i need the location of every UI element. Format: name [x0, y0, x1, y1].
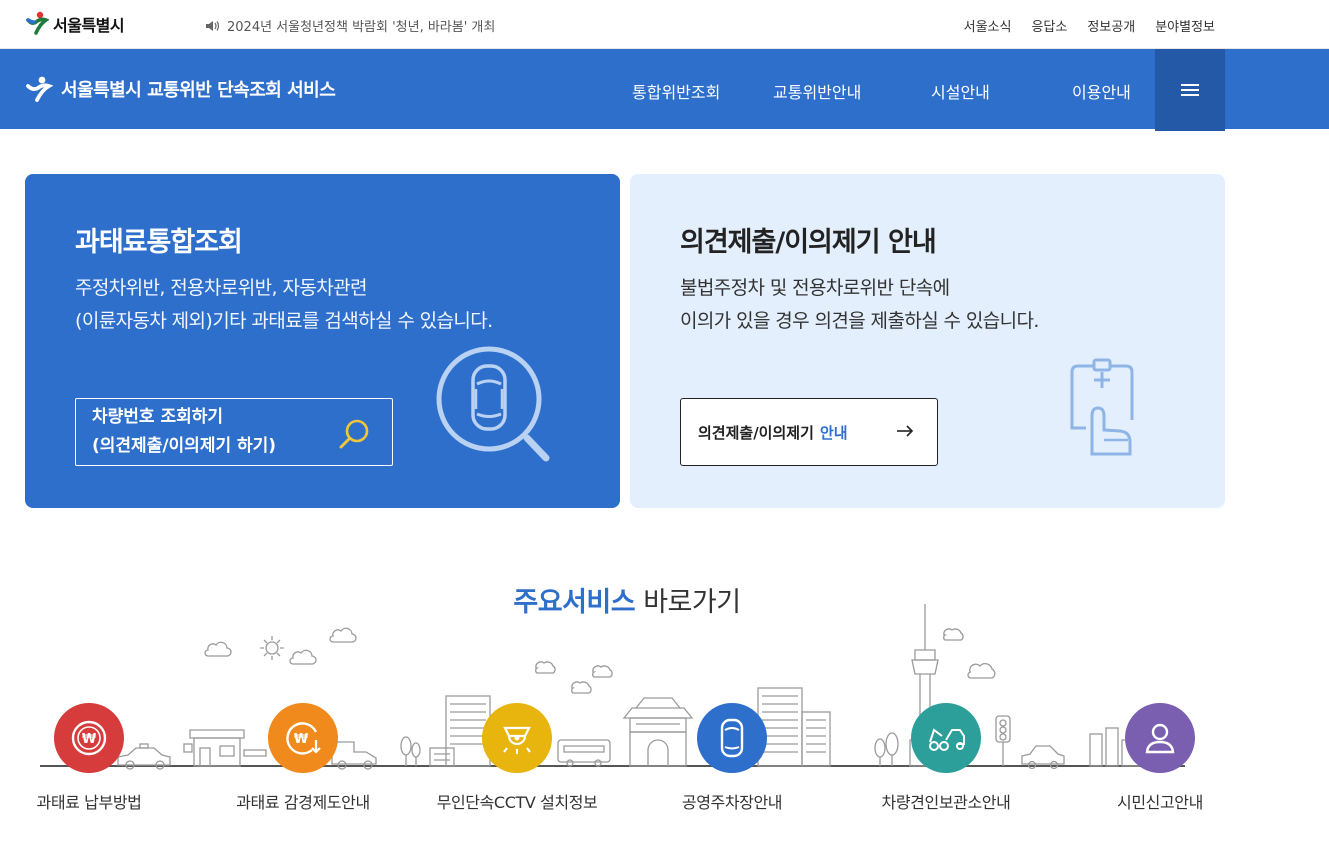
opinion-button-label: 의견제출/이의제기 [698, 423, 814, 442]
service-tow-storage[interactable]: 차량견인보관소안내 [846, 703, 1046, 813]
notice-text: 2024년 서울청년정책 박람회 '청년, 바라봄' 개최 [227, 20, 496, 35]
search-button-line2: (의견제출/이의제기 하기) [92, 436, 277, 456]
arrow-right-icon [897, 425, 914, 437]
service-tow-storage-circle [911, 703, 981, 773]
car-magnifier-icon [436, 346, 550, 462]
opinion-appeal-desc-line2: 이의가 있을 경우 의견을 제출하실 수 있습니다. [680, 310, 1039, 332]
fine-lookup-desc-line1: 주정차위반, 전용차로위반, 자동차관련 [75, 277, 367, 299]
clipboard-hand-icon [1070, 358, 1134, 456]
opinion-appeal-guide-button[interactable]: 의견제출/이의제기 안내 [680, 398, 938, 466]
search-icon [339, 419, 369, 449]
svg-text:₩: ₩ [82, 732, 97, 747]
menu-button[interactable] [1155, 49, 1225, 131]
nav-item-facility-guide[interactable]: 시설안내 [931, 79, 990, 103]
won-discount-icon: ₩ [286, 722, 321, 755]
opinion-appeal-desc-line1: 불법주정차 및 전용차로위반 단속에 [680, 277, 950, 299]
fine-lookup-card: 과태료통합조회 주정차위반, 전용차로위반, 자동차관련 (이륜자동차 제외)기… [25, 174, 620, 508]
opinion-button-highlight: 안내 [819, 423, 848, 442]
main-navbar: 서울특별시 교통위반 단속조회 서비스 통합위반조회 교통위반안내 시설안내 이… [0, 49, 1329, 131]
svg-text:₩: ₩ [294, 732, 309, 747]
search-button-line1: 차량번호 조회하기 [92, 407, 224, 427]
top-link-eungdapso[interactable]: 응답소 [1031, 16, 1067, 35]
nav-item-integrated-lookup[interactable]: 통합위반조회 [632, 79, 720, 103]
fine-lookup-description: 주정차위반, 전용차로위반, 자동차관련 (이륜자동차 제외)기타 과태료를 검… [75, 272, 493, 338]
service-cctv-info-label: 무인단속CCTV 설치정보 [436, 793, 598, 812]
service-citizen-report-circle [1125, 703, 1195, 773]
service-fine-reduction[interactable]: ₩ 과태료 감경제도안내 [203, 703, 403, 813]
nav-item-violation-guide[interactable]: 교통위반안내 [773, 79, 861, 103]
service-fine-reduction-label: 과태료 감경제도안내 [236, 793, 370, 812]
top-links: 서울소식 응답소 정보공개 분야별정보 [964, 16, 1215, 35]
notice-ticker[interactable]: 2024년 서울청년정책 박람회 '청년, 바라봄' 개최 [205, 16, 495, 35]
service-public-parking-circle [697, 703, 767, 773]
won-coin-icon: ₩ [71, 720, 107, 756]
service-citizen-report-label: 시민신고안내 [1117, 793, 1203, 812]
cctv-icon [503, 726, 531, 754]
vehicle-number-search-button[interactable]: 차량번호 조회하기 (의견제출/이의제기 하기) [75, 398, 393, 466]
fine-lookup-desc-line2: (이륜자동차 제외)기타 과태료를 검색하실 수 있습니다. [75, 310, 493, 332]
service-public-parking[interactable]: 공영주차장안내 [632, 703, 832, 813]
service-cctv-info-circle [482, 703, 552, 773]
service-fine-payment-label: 과태료 납부방법 [36, 793, 142, 812]
top-link-field-info[interactable]: 분야별정보 [1155, 16, 1215, 35]
brand-title: 서울특별시 교통위반 단속조회 서비스 [61, 80, 336, 101]
service-public-parking-label: 공영주차장안내 [681, 793, 783, 812]
service-fine-reduction-circle: ₩ [268, 703, 338, 773]
service-tow-storage-label: 차량견인보관소안내 [881, 793, 1011, 812]
top-link-info-disclosure[interactable]: 정보공개 [1087, 16, 1135, 35]
opinion-appeal-card: 의견제출/이의제기 안내 불법주정차 및 전용차로위반 단속에 이의가 있을 경… [630, 174, 1225, 508]
service-citizen-report[interactable]: 시민신고안내 [1060, 703, 1260, 813]
opinion-appeal-description: 불법주정차 및 전용차로위반 단속에 이의가 있을 경우 의견을 제출하실 수 … [680, 272, 1039, 338]
service-brand[interactable]: 서울특별시 교통위반 단속조회 서비스 [25, 76, 336, 102]
person-icon [1145, 723, 1175, 754]
top-utility-bar: 서울특별시 2024년 서울청년정책 박람회 '청년, 바라봄' 개최 서울소식… [0, 0, 1329, 49]
seoul-logo-icon [26, 11, 49, 35]
speaker-icon [206, 20, 220, 31]
tow-truck-icon [929, 728, 965, 751]
fine-lookup-title: 과태료통합조회 [75, 227, 243, 258]
seoul-logo[interactable]: 서울특별시 [25, 11, 125, 37]
service-cctv-info[interactable]: 무인단속CCTV 설치정보 [417, 703, 617, 813]
opinion-appeal-title: 의견제출/이의제기 안내 [680, 227, 937, 258]
service-fine-payment-circle: ₩ [54, 703, 124, 773]
car-top-icon [720, 718, 744, 758]
seoul-logo-text: 서울특별시 [53, 16, 125, 35]
brand-logo-icon [26, 76, 53, 102]
service-fine-payment[interactable]: ₩ 과태료 납부방법 [0, 703, 189, 813]
nav-item-usage-guide[interactable]: 이용안내 [1072, 79, 1131, 103]
top-link-seoul-news[interactable]: 서울소식 [964, 16, 1012, 35]
hamburger-icon [1181, 84, 1199, 96]
